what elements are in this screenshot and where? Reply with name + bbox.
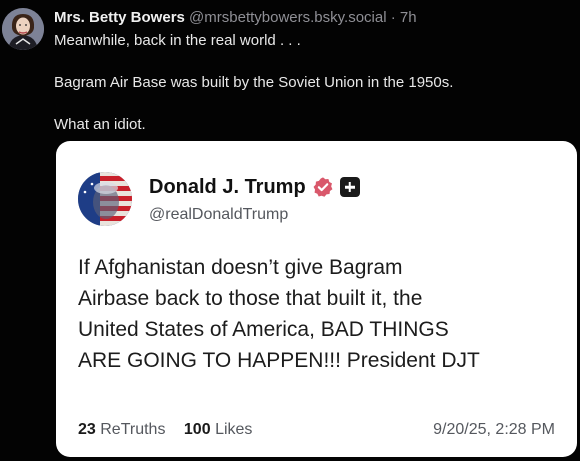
quoted-text-line: If Afghanistan doesn’t give Bagram <box>78 256 403 279</box>
post-text-line: Bagram Air Base was built by the Soviet … <box>54 74 454 91</box>
quoted-text-line: United States of America, BAD THINGS <box>78 318 449 341</box>
quoted-author-name[interactable]: Donald J. Trump <box>149 175 306 199</box>
quoted-post-date[interactable]: 9/20/25, 2:28 PM <box>433 419 555 441</box>
quoted-author-handle[interactable]: @realDonaldTrump <box>149 205 288 225</box>
social-post-screen: Mrs. Betty Bowers @mrsbettybowers.bsky.s… <box>0 0 580 461</box>
post-timestamp[interactable]: 7h <box>400 9 417 26</box>
quoted-author-row: Donald J. Trump <box>149 175 360 199</box>
retruths-count: 23 <box>78 421 96 438</box>
author-avatar[interactable] <box>2 8 44 50</box>
quoted-text-line: ARE GOING TO HAPPEN!!! President DJT <box>78 349 480 372</box>
likes-stat[interactable]: 100 Likes <box>184 419 253 441</box>
author-name[interactable]: Mrs. Betty Bowers <box>54 9 185 26</box>
likes-label: Likes <box>215 421 253 438</box>
quoted-author-avatar[interactable] <box>78 172 132 226</box>
plus-icon[interactable] <box>339 177 360 197</box>
likes-count: 100 <box>183 421 211 438</box>
quoted-post-card[interactable]: Donald J. Trump @realDonaldTrump If Afgh… <box>56 141 577 457</box>
author-handle[interactable]: @mrsbettybowers.bsky.social <box>189 9 387 26</box>
post-body: Meanwhile, back in the real world . . . … <box>54 31 554 135</box>
retruths-stat[interactable]: 23 ReTruths <box>78 419 165 441</box>
quoted-post-footer: 23 ReTruths 100 Likes 9/20/25, 2:28 PM <box>78 419 555 441</box>
retruths-label: ReTruths <box>100 421 166 438</box>
post-text-line: Meanwhile, back in the real world . . . <box>54 32 301 49</box>
quoted-text-line: Airbase back to those that built it, the <box>78 287 423 310</box>
quoted-avatar-image <box>78 172 132 226</box>
verified-badge-icon <box>312 176 334 198</box>
quoted-post-text: If Afghanistan doesn’t give Bagram Airba… <box>78 252 558 376</box>
post-text-line: What an idiot. <box>54 116 146 133</box>
post-header: Mrs. Betty Bowers @mrsbettybowers.bsky.s… <box>54 8 417 28</box>
header-separator: · <box>390 9 396 26</box>
author-avatar-image <box>2 8 44 50</box>
